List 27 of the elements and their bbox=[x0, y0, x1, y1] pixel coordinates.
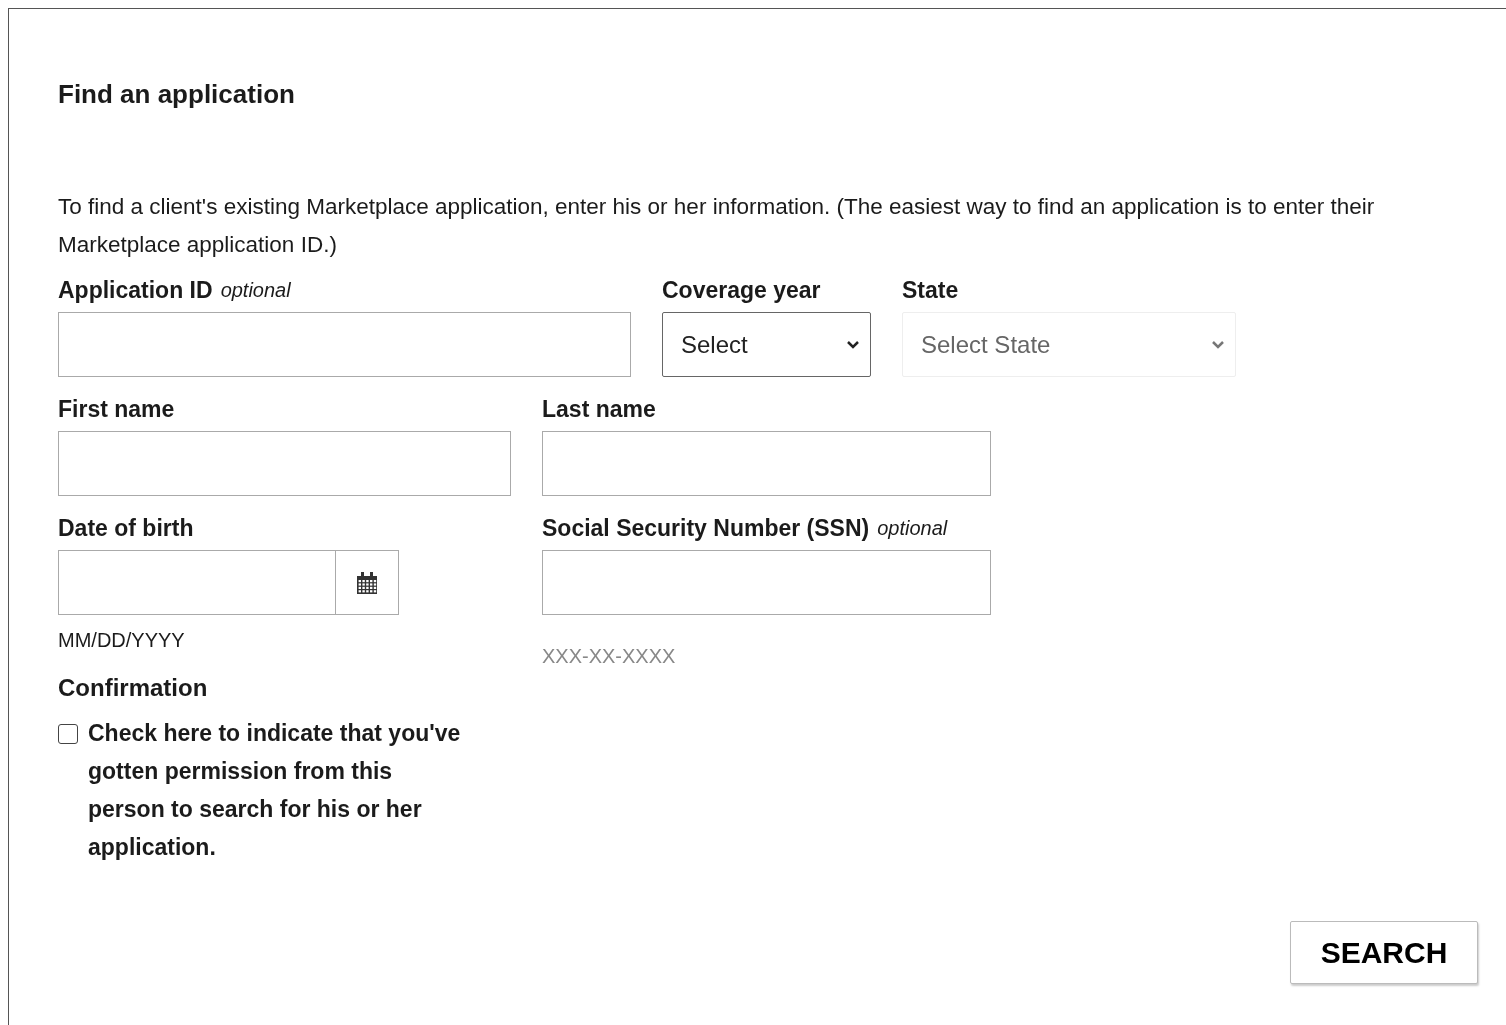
optional-note: optional bbox=[877, 516, 948, 540]
select-dropdown[interactable]: Select bbox=[662, 312, 871, 377]
field-label: First name bbox=[58, 395, 175, 423]
field-label: State bbox=[902, 276, 959, 304]
checkbox[interactable] bbox=[58, 724, 78, 744]
page-title: Find an application bbox=[58, 79, 296, 110]
field-label: Application ID bbox=[58, 276, 213, 304]
text-field[interactable] bbox=[542, 431, 991, 496]
calendar-button[interactable] bbox=[336, 550, 399, 615]
section-heading: Confirmation bbox=[58, 674, 209, 702]
text-field[interactable] bbox=[58, 431, 511, 496]
format-hint: MM/DD/YYYY bbox=[58, 629, 186, 652]
text-field[interactable] bbox=[542, 550, 991, 615]
optional-note: optional bbox=[220, 278, 291, 302]
checkbox-label: Check here to indicate that you've gotten permission from this person to search for his or her application. bbox=[88, 719, 462, 862]
field-label: Last name bbox=[542, 395, 656, 423]
chevron-down-icon bbox=[846, 339, 860, 350]
field-label: Coverage year bbox=[662, 276, 821, 304]
format-hint: XXX-XX-XXXX bbox=[542, 645, 677, 668]
calendar-icon bbox=[355, 570, 379, 595]
search-button[interactable]: SEARCH bbox=[1290, 921, 1478, 984]
field-label: Date of birth bbox=[58, 514, 194, 542]
field-label: Social Security Number (SSN) bbox=[542, 514, 870, 542]
chevron-down-icon bbox=[1211, 339, 1225, 350]
date-field[interactable] bbox=[58, 550, 336, 615]
intro-text: To find a client's existing Marketplace application, enter his or her information. (The easiest way to find an application is to enter their Marketplace application ID.) bbox=[58, 193, 1376, 259]
text-field[interactable] bbox=[58, 312, 631, 377]
